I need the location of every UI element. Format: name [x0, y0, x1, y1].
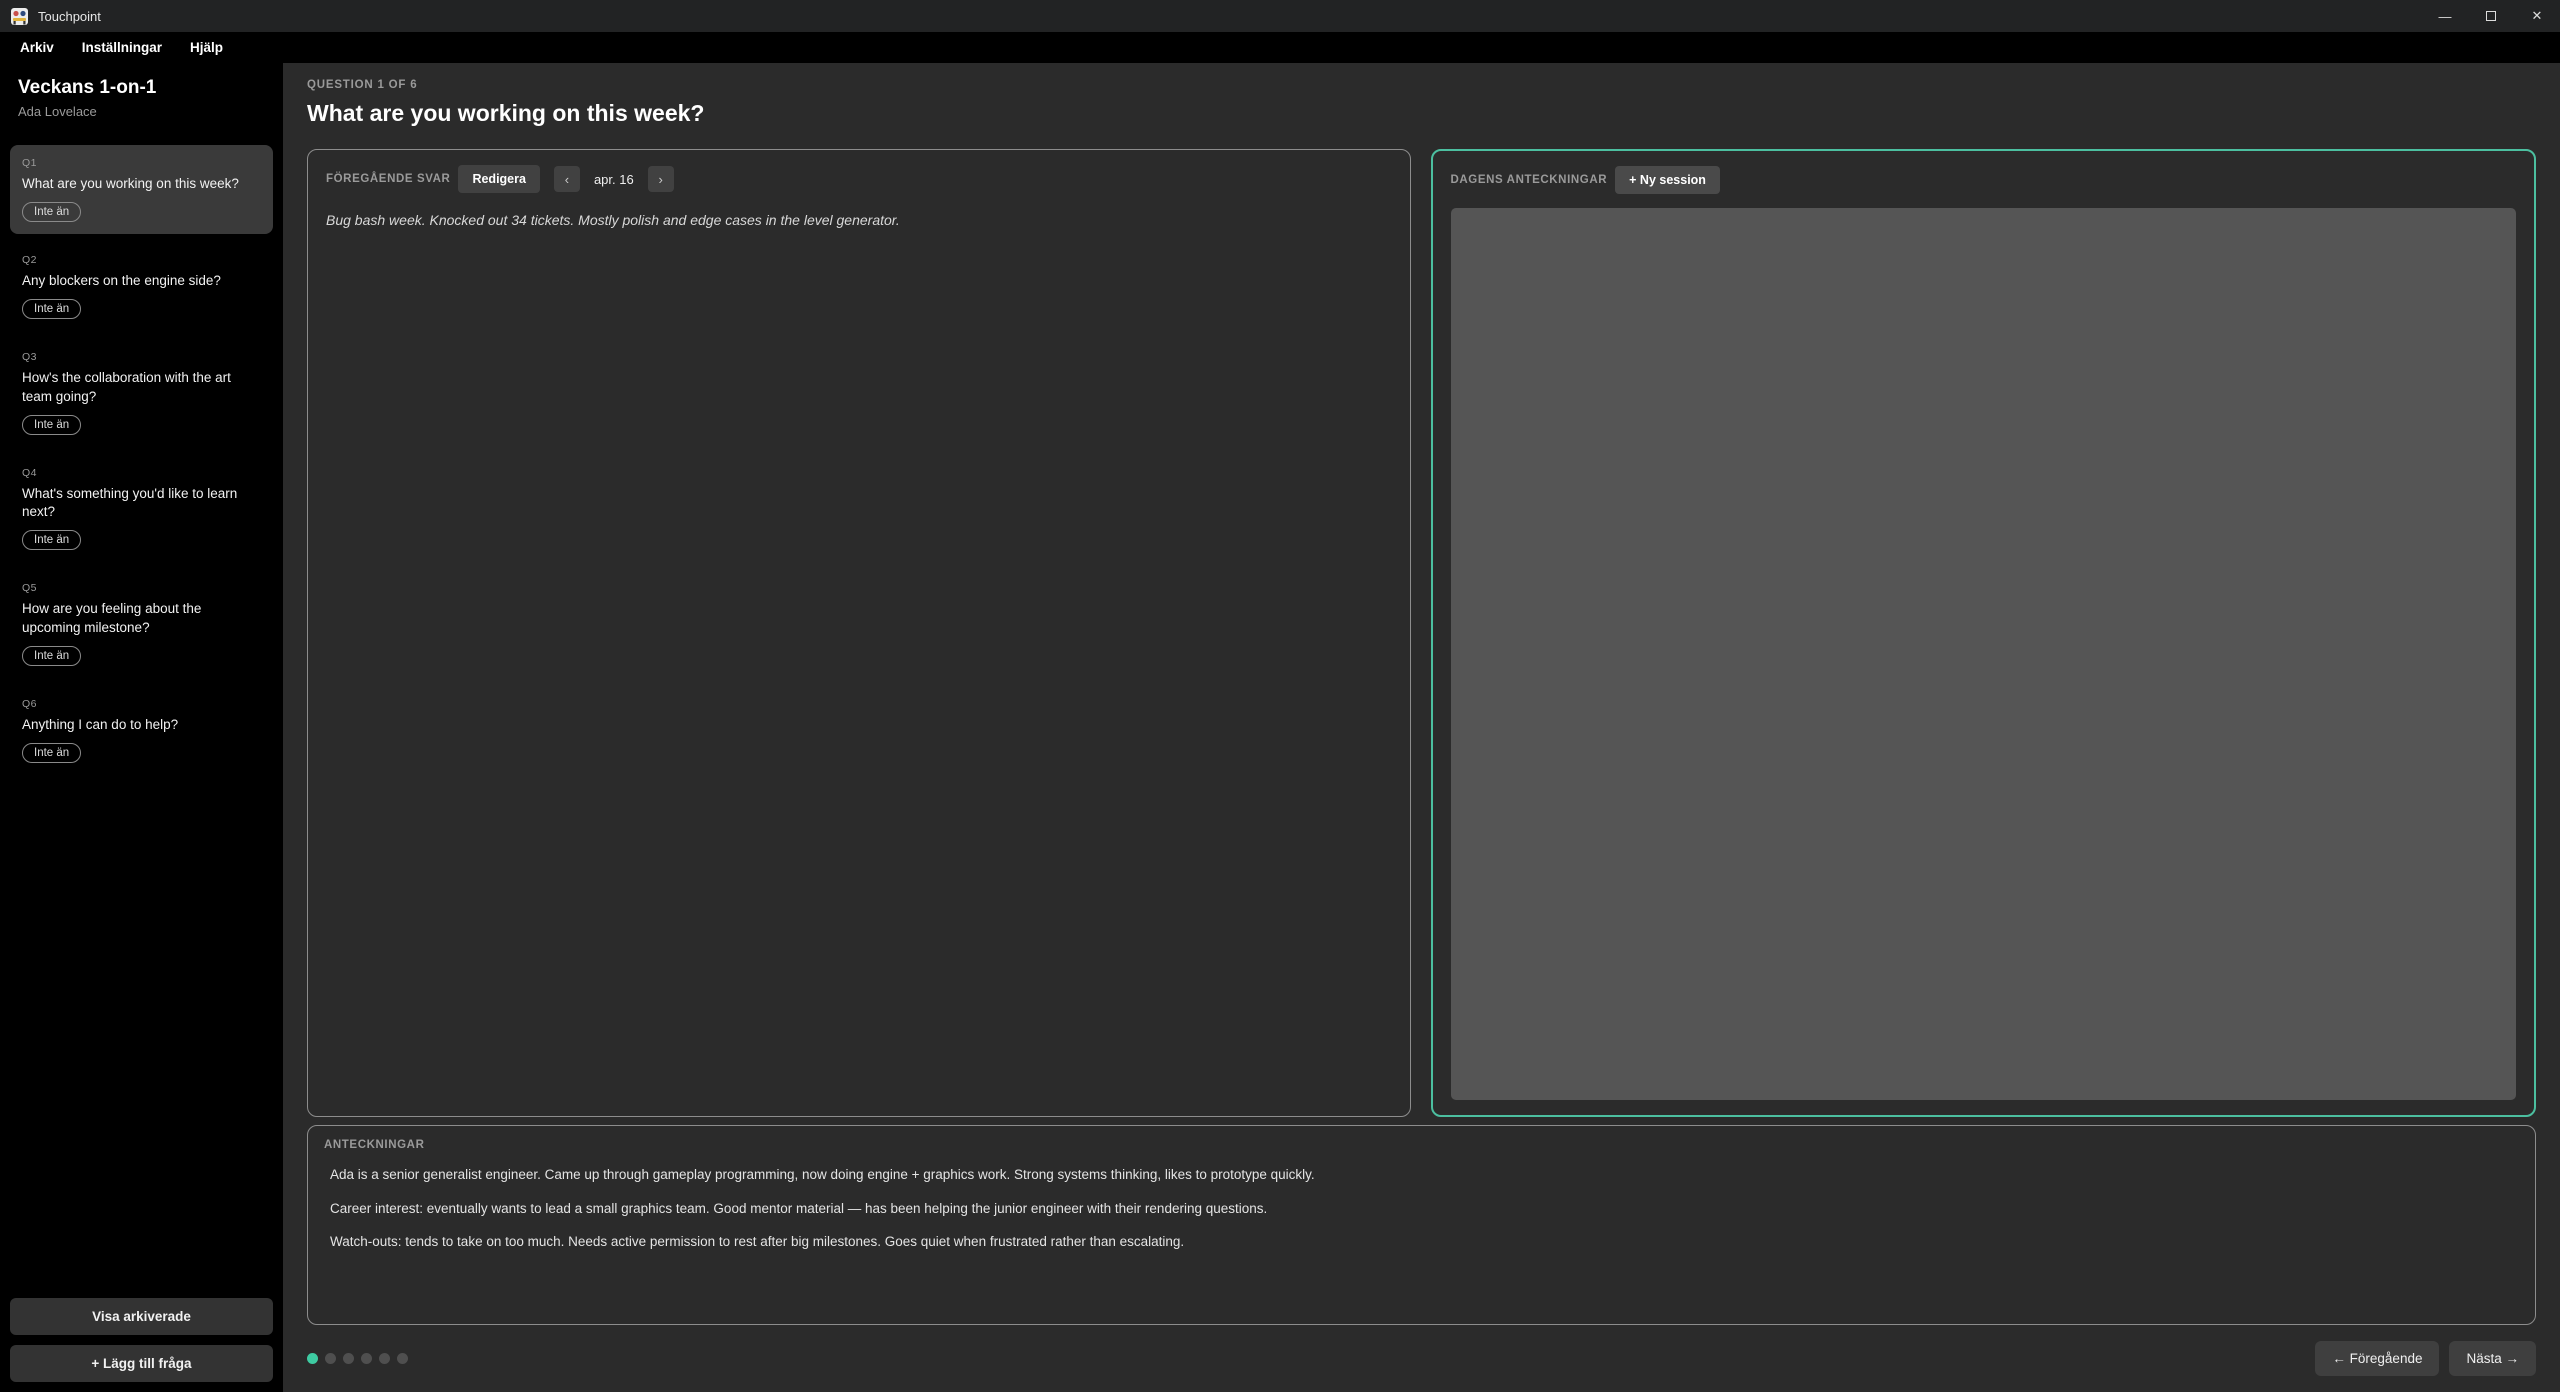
person-name: Ada Lovelace	[18, 104, 265, 119]
edit-button[interactable]: Redigera	[458, 165, 540, 193]
show-archived-button[interactable]: Visa arkiverade	[10, 1298, 273, 1335]
previous-answer-text: Bug bash week. Knocked out 34 tickets. M…	[326, 211, 1392, 231]
status-badge: Inte än	[22, 415, 81, 435]
person-notes-paragraph: Watch-outs: tends to take on too much. N…	[324, 1232, 2519, 1252]
question-id: Q4	[22, 467, 261, 479]
status-badge: Inte än	[22, 299, 81, 319]
content-area: Veckans 1-on-1 Ada Lovelace Q1 What are …	[0, 63, 2560, 1392]
minimize-button[interactable]: —	[2422, 0, 2468, 32]
next-button[interactable]: Nästa →	[2449, 1341, 2536, 1376]
page-title: What are you working on this week?	[307, 100, 2536, 127]
question-counter: QUESTION 1 OF 6	[307, 79, 2536, 91]
today-notes-header: DAGENS ANTECKNINGAR + Ny session	[1451, 166, 2517, 194]
next-date-button[interactable]: ›	[648, 166, 674, 192]
session-notes-textarea[interactable]	[1451, 208, 2517, 1100]
sidebar-item-q4[interactable]: Q4 What's something you'd like to learn …	[10, 455, 273, 562]
person-notes-paragraph: Career interest: eventually wants to lea…	[324, 1199, 2519, 1219]
add-question-button[interactable]: + Lägg till fråga	[10, 1345, 273, 1382]
sidebar-item-q5[interactable]: Q5 How are you feeling about the upcomin…	[10, 570, 273, 677]
question-text: Anything I can do to help?	[22, 716, 261, 734]
minimize-icon: —	[2439, 9, 2452, 24]
window-controls: — ✕	[2422, 0, 2560, 32]
question-id: Q3	[22, 351, 261, 363]
person-notes-label: ANTECKNINGAR	[324, 1139, 2519, 1151]
person-notes-panel: ANTECKNINGAR Ada is a senior generalist …	[307, 1125, 2536, 1325]
close-icon: ✕	[2532, 8, 2543, 24]
meeting-title: Veckans 1-on-1	[18, 77, 265, 99]
today-notes-panel: DAGENS ANTECKNINGAR + Ny session	[1431, 149, 2537, 1117]
progress-dot-active	[307, 1353, 318, 1364]
chevron-left-icon: ‹	[565, 172, 569, 187]
chevron-right-icon: ›	[659, 172, 663, 187]
question-id: Q6	[22, 698, 261, 710]
progress-dot	[325, 1353, 336, 1364]
sidebar-item-q6[interactable]: Q6 Anything I can do to help? Inte än	[10, 686, 273, 775]
today-notes-label: DAGENS ANTECKNINGAR	[1451, 174, 1608, 186]
previous-answer-panel: FÖREGÅENDE SVAR Redigera ‹ apr. 16 › Bug…	[307, 149, 1411, 1117]
main-footer: ← Föregående Nästa →	[307, 1341, 2536, 1376]
prev-date-button[interactable]: ‹	[554, 166, 580, 192]
status-badge: Inte än	[22, 202, 81, 222]
sidebar-item-q3[interactable]: Q3 How's the collaboration with the art …	[10, 339, 273, 446]
question-text: How are you feeling about the upcoming m…	[22, 600, 261, 636]
progress-dot	[379, 1353, 390, 1364]
question-text: What's something you'd like to learn nex…	[22, 485, 261, 521]
previous-answer-label: FÖREGÅENDE SVAR	[326, 173, 450, 185]
answer-date: apr. 16	[594, 172, 634, 187]
status-badge: Inte än	[22, 646, 81, 666]
panels-row: FÖREGÅENDE SVAR Redigera ‹ apr. 16 › Bug…	[307, 149, 2536, 1117]
window-title: Touchpoint	[38, 9, 101, 24]
titlebar: Touchpoint — ✕	[0, 0, 2560, 32]
person-notes-paragraph: Ada is a senior generalist engineer. Cam…	[324, 1165, 2519, 1185]
maximize-button[interactable]	[2468, 0, 2514, 32]
sidebar-item-q2[interactable]: Q2 Any blockers on the engine side? Inte…	[10, 242, 273, 331]
status-badge: Inte än	[22, 743, 81, 763]
question-text: Any blockers on the engine side?	[22, 272, 261, 290]
sidebar-item-q1[interactable]: Q1 What are you working on this week? In…	[10, 145, 273, 234]
main-panel: QUESTION 1 OF 6 What are you working on …	[283, 63, 2560, 1392]
question-text: How's the collaboration with the art tea…	[22, 369, 261, 405]
sidebar-header: Veckans 1-on-1 Ada Lovelace	[10, 77, 273, 119]
menu-bar: Arkiv Inställningar Hjälp	[0, 32, 2560, 63]
question-id: Q1	[22, 157, 261, 169]
question-text: What are you working on this week?	[22, 175, 261, 193]
menu-item-installningar[interactable]: Inställningar	[68, 35, 176, 60]
maximize-icon	[2486, 11, 2496, 21]
close-button[interactable]: ✕	[2514, 0, 2560, 32]
sidebar-spacer	[10, 783, 273, 1288]
progress-dot	[343, 1353, 354, 1364]
menu-item-arkiv[interactable]: Arkiv	[6, 35, 68, 60]
app-window: Touchpoint — ✕ Arkiv Inställningar Hjälp…	[0, 0, 2560, 1392]
previous-button[interactable]: ← Föregående	[2315, 1341, 2439, 1376]
app-icon	[10, 7, 29, 26]
menu-item-hjalp[interactable]: Hjälp	[176, 35, 237, 60]
question-id: Q5	[22, 582, 261, 594]
progress-dot	[397, 1353, 408, 1364]
status-badge: Inte än	[22, 530, 81, 550]
progress-dots	[307, 1353, 408, 1364]
sidebar: Veckans 1-on-1 Ada Lovelace Q1 What are …	[0, 63, 283, 1392]
previous-answer-header: FÖREGÅENDE SVAR Redigera ‹ apr. 16 ›	[326, 165, 1392, 193]
progress-dot	[361, 1353, 372, 1364]
question-id: Q2	[22, 254, 261, 266]
footer-buttons: ← Föregående Nästa →	[2315, 1341, 2536, 1376]
new-session-button[interactable]: + Ny session	[1615, 166, 1720, 194]
question-list: Q1 What are you working on this week? In…	[10, 145, 273, 783]
